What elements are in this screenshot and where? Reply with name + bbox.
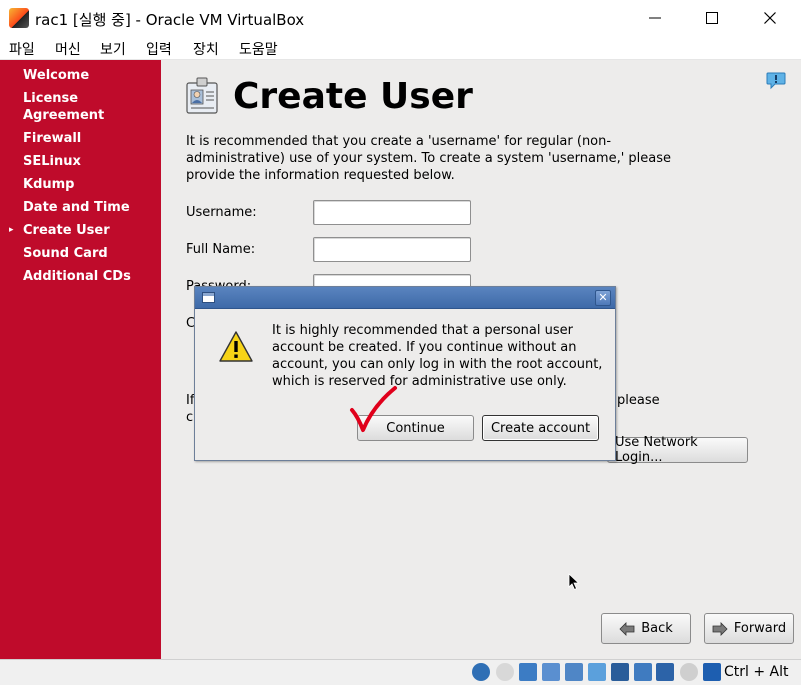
window-titlebar: rac1 [실행 중] - Oracle VM VirtualBox [0,0,801,36]
vm-statusbar: Ctrl + Alt [0,659,801,685]
minimize-icon [649,17,661,19]
current-step-bullet-icon: ▸ [9,225,14,235]
usb-icon[interactable] [565,663,583,681]
forward-label: Forward [733,621,787,636]
virtualbox-app-icon [9,8,29,28]
sidebar-item-welcome: Welcome [23,68,90,83]
minimize-button[interactable] [627,0,683,36]
forward-arrow-icon [712,621,728,636]
use-network-login-button[interactable]: Use Network Login... [607,435,748,465]
user-id-card-icon [186,77,218,114]
sidebar-item-date-and-time: Date and Time [23,200,130,215]
forward-button[interactable]: Forward [704,613,794,644]
page-description: It is recommended that you create a 'use… [186,134,672,183]
menu-help[interactable]: 도움말 [239,39,278,59]
back-label: Back [641,621,673,636]
mouse-pointer-icon [568,573,580,591]
username-label: Username: [186,205,257,220]
display-icon[interactable] [611,663,629,681]
hard-disk-activity-icon[interactable] [472,663,490,681]
menu-input[interactable]: 입력 [146,39,172,59]
menu-file[interactable]: 파일 [9,39,35,59]
sidebar-item-kdump: Kdump [23,177,75,192]
audio-icon[interactable] [519,663,537,681]
create-account-button[interactable]: Create account [482,415,599,441]
menu-machine[interactable]: 머신 [55,39,81,59]
sidebar-item-firewall: Firewall [23,131,82,146]
warning-dialog: ✕ It is highly recommended that a person… [194,286,616,461]
menu-devices[interactable]: 장치 [193,39,219,59]
dialog-titlebar: ✕ [195,287,615,309]
dialog-close-button[interactable]: ✕ [595,290,611,306]
use-network-login-label: Use Network Login... [615,435,698,465]
firstboot-sidebar: Welcome License Agreement Firewall SELin… [0,60,161,659]
sidebar-item-license-agreement: License Agreement [23,91,105,123]
dialog-window-icon [202,292,215,303]
red-checkmark-annotation-icon [350,386,397,432]
back-arrow-icon [619,621,635,636]
back-button[interactable]: Back [601,613,691,644]
dialog-message: It is highly recommended that a personal… [272,323,603,389]
warning-icon [219,331,253,362]
create-account-label: Create account [490,420,591,436]
mouse-integration-icon[interactable] [680,663,698,681]
sidebar-item-create-user: Create User [23,223,110,238]
menubar: 파일 머신 보기 입력 장치 도움말 [0,36,801,60]
sidebar-item-sound-card: Sound Card [23,246,108,261]
optical-drive-icon[interactable] [496,663,514,681]
shared-folders-icon[interactable] [588,663,606,681]
network-login-text-right: please [617,393,660,408]
fullname-input[interactable] [313,237,471,262]
network-icon[interactable] [542,663,560,681]
maximize-icon [706,12,718,24]
virtualization-icon[interactable] [656,663,674,681]
menu-view[interactable]: 보기 [100,39,126,59]
page-title: Create User [233,76,473,117]
host-key-label: Ctrl + Alt [724,664,789,680]
network-login-text-partial-2: c [186,410,194,425]
video-capture-icon[interactable] [634,663,652,681]
close-icon [764,12,776,24]
sidebar-item-selinux: SELinux [23,154,81,169]
username-input[interactable] [313,200,471,225]
sidebar-item-additional-cds: Additional CDs [23,269,131,284]
window-title: rac1 [실행 중] - Oracle VM VirtualBox [35,11,305,29]
keyboard-capture-icon[interactable] [703,663,721,681]
fullname-label: Full Name: [186,242,256,257]
help-icon[interactable] [766,72,786,90]
close-window-button[interactable] [742,0,798,36]
maximize-button[interactable] [684,0,740,36]
